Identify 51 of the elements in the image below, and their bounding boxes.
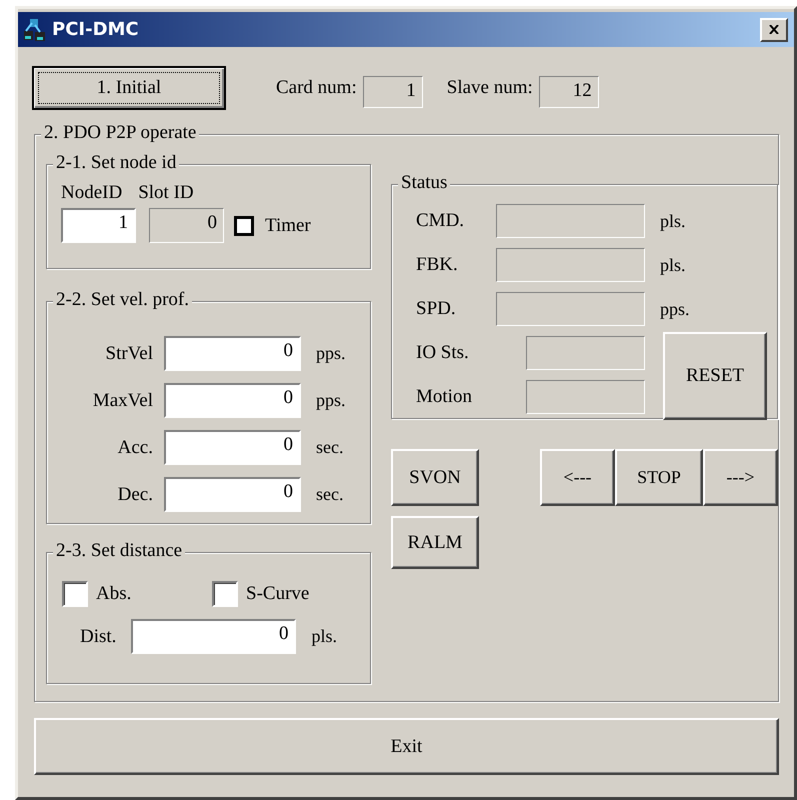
unit-label: pls. <box>660 254 686 276</box>
jog-button[interactable]: ---> <box>703 449 778 506</box>
jog-button[interactable]: <--- <box>540 449 615 506</box>
card-num-label: Card num: <box>276 77 357 99</box>
checkbox[interactable] <box>212 581 238 607</box>
exit-button[interactable]: Exit <box>34 718 779 775</box>
slot-id-field[interactable]: 0 <box>149 208 224 243</box>
field-label: MaxVel <box>92 390 153 412</box>
initial-button[interactable]: 1. Initial <box>32 66 226 110</box>
timer-label: Timer <box>265 214 311 236</box>
card-num-field[interactable]: 1 <box>362 76 423 108</box>
group-title: 2. PDO P2P operate <box>41 122 200 144</box>
ralm-button[interactable]: RALM <box>391 516 479 569</box>
field-label: CMD. <box>416 210 466 232</box>
input-field[interactable]: 0 <box>164 477 301 512</box>
node-id-field[interactable]: 1 <box>61 208 136 243</box>
field-label: FBK. <box>416 254 459 276</box>
unit-label: sec. <box>316 437 344 458</box>
unit-label: pps. <box>316 390 346 411</box>
timer-checkbox[interactable] <box>234 216 254 236</box>
unit-label: pps. <box>660 298 690 320</box>
window-title: PCI-DMC <box>52 19 140 40</box>
reset-button[interactable]: RESET <box>663 332 767 420</box>
app-icon <box>22 16 48 42</box>
jog-button[interactable]: STOP <box>615 449 703 506</box>
close-icon <box>769 25 779 34</box>
field-label: Motion <box>416 386 473 408</box>
field-label: Dec. <box>116 484 153 506</box>
input-field[interactable]: 0 <box>131 619 296 654</box>
checkbox-label: Abs. <box>96 583 132 605</box>
input-field[interactable]: 0 <box>164 383 301 418</box>
unit-label: pls. <box>660 210 686 232</box>
slave-num-label: Slave num: <box>446 77 533 99</box>
checkbox-label: S-Curve <box>246 583 310 605</box>
input-field[interactable]: 0 <box>164 336 301 371</box>
svon-button[interactable]: SVON <box>391 449 479 506</box>
field-label: Acc. <box>116 436 153 458</box>
field-label: IO Sts. <box>416 342 470 364</box>
input-field[interactable]: 0 <box>164 430 301 465</box>
field-label: StrVel <box>104 342 153 364</box>
close-button[interactable] <box>760 18 788 42</box>
field-label: Dist. <box>80 626 116 648</box>
node-id-label: NodeID <box>61 182 122 204</box>
field-label: SPD. <box>416 298 457 320</box>
unit-label: pls. <box>311 626 337 647</box>
slot-id-label: Slot ID <box>138 182 194 204</box>
slave-num-field[interactable]: 12 <box>538 76 599 108</box>
unit-label: pps. <box>316 343 346 364</box>
group-title: 2-2. Set vel. prof. <box>53 289 192 311</box>
checkbox[interactable] <box>62 581 88 607</box>
unit-label: sec. <box>316 484 344 505</box>
